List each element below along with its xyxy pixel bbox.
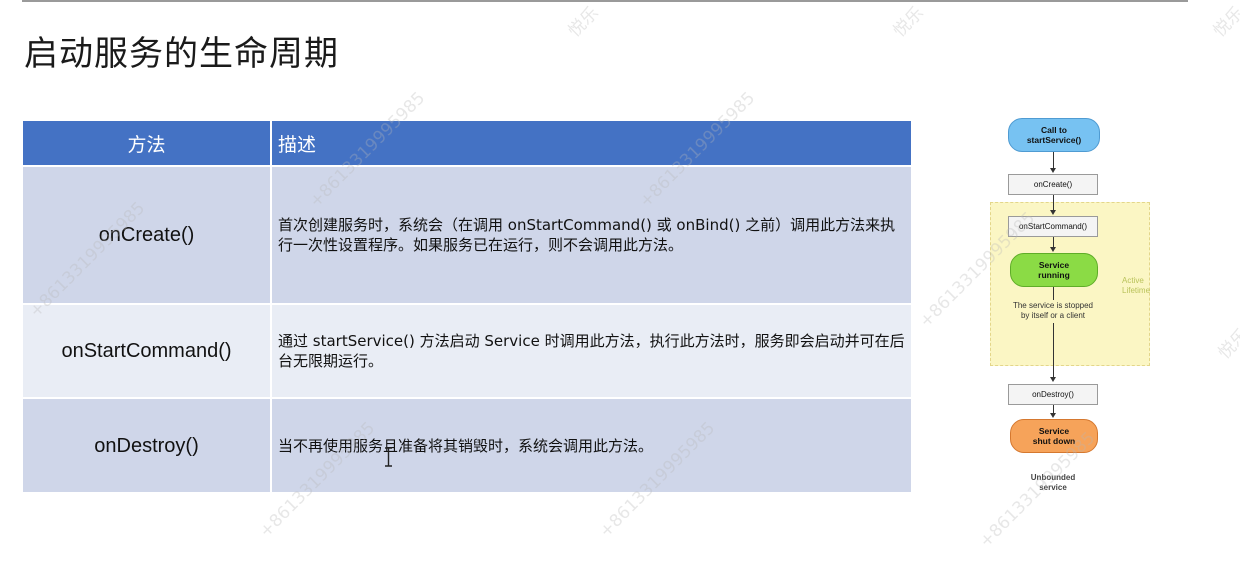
arrow-down-icon [1050, 168, 1056, 173]
call-start-service-node: Call to startService() [1008, 118, 1100, 152]
unbounded-service-note: Unbounded service [1030, 473, 1076, 492]
table-row: onDestroy() 当不再使用服务且准备将其销毁时，系统会调用此方法。 [23, 397, 913, 492]
watermark: 悦乐 [564, 3, 603, 42]
method-description: 首次创建服务时，系统会（在调用 onStartCommand() 或 onBin… [271, 165, 913, 304]
oncreate-node: onCreate() [1008, 174, 1098, 195]
header-method: 方法 [23, 121, 272, 166]
flow-connector [1053, 286, 1054, 300]
arrow-down-icon [1050, 247, 1056, 252]
service-running-node: Service running [1010, 253, 1098, 287]
service-shutdown-node: Service shut down [1010, 419, 1098, 453]
arrow-down-icon [1050, 413, 1056, 418]
method-description: 当不再使用服务且准备将其销毁时，系统会调用此方法。 [271, 397, 913, 492]
method-name: onCreate() [23, 165, 272, 304]
arrow-down-icon [1050, 210, 1056, 215]
lifecycle-diagram: Active Lifetime Call to startService() on… [960, 110, 1160, 510]
page-title: 启动服务的生命周期 [24, 34, 339, 74]
text-cursor-icon [385, 447, 392, 467]
service-stopped-note: The service is stopped by itself or a cl… [1012, 301, 1094, 320]
flow-connector [1053, 194, 1054, 211]
ondestroy-node: onDestroy() [1008, 384, 1098, 405]
header-description: 描述 [271, 121, 913, 166]
arrow-down-icon [1050, 377, 1056, 382]
method-name: onDestroy() [23, 397, 272, 492]
watermark: 悦乐 [1214, 325, 1240, 364]
lifecycle-table: 方法 描述 onCreate() 首次创建服务时，系统会（在调用 onStart… [23, 121, 913, 492]
table-row: onCreate() 首次创建服务时，系统会（在调用 onStartComman… [23, 165, 913, 304]
watermark: 悦乐 [1209, 3, 1240, 42]
watermark: 悦乐 [889, 3, 928, 42]
table-row: onStartCommand() 通过 startService() 方法启动 … [23, 303, 913, 398]
method-description: 通过 startService() 方法启动 Service 时调用此方法，执行… [271, 303, 913, 398]
onstartcommand-node: onStartCommand() [1008, 216, 1098, 237]
method-name: onStartCommand() [23, 303, 272, 398]
table-header-row: 方法 描述 [23, 121, 913, 166]
active-lifetime-label: Active Lifetime [1122, 276, 1151, 295]
flow-connector [1053, 323, 1054, 378]
flow-connector [1053, 151, 1054, 168]
top-divider [22, 0, 1188, 2]
